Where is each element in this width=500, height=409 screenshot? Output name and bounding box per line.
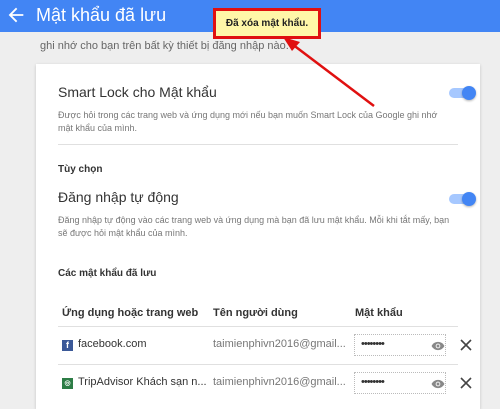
column-header-username: Tên người dùng xyxy=(213,307,298,319)
toast-message: Đã xóa mật khẩu. xyxy=(213,8,321,39)
facebook-icon: f xyxy=(62,340,73,351)
column-header-password: Mật khẩu xyxy=(355,307,403,319)
password-field[interactable]: •••••••• xyxy=(354,372,446,394)
site-name[interactable]: facebook.com xyxy=(78,338,146,350)
delete-icon[interactable] xyxy=(460,339,472,351)
password-value: •••••••• xyxy=(361,376,385,388)
username: taimienphivn2016@gmail... xyxy=(213,338,346,350)
password-row: ◎ TripAdvisor Khách sạn n... taimienphiv… xyxy=(36,365,480,403)
saved-passwords-heading: Các mật khẩu đã lưu xyxy=(58,268,157,279)
auto-signin-description: Đăng nhập tự động vào các trang web và ứ… xyxy=(58,215,450,238)
username: taimienphivn2016@gmail... xyxy=(213,376,346,388)
page-title: Mật khẩu đã lưu xyxy=(36,5,167,25)
site-name[interactable]: TripAdvisor Khách sạn n... xyxy=(78,376,207,388)
password-field[interactable]: •••••••• xyxy=(354,334,446,356)
password-row: f facebook.com taimienphivn2016@gmail...… xyxy=(36,327,480,365)
smart-lock-title: Smart Lock cho Mật khẩu xyxy=(58,84,217,100)
show-password-icon[interactable] xyxy=(431,341,445,351)
smart-lock-toggle[interactable] xyxy=(449,86,476,100)
auto-signin-title: Đăng nhập tự động xyxy=(58,189,179,205)
divider xyxy=(58,144,458,145)
smart-lock-description: Được hỏi trong các trang web và ứng dụng… xyxy=(58,110,438,133)
show-password-icon[interactable] xyxy=(431,379,445,389)
back-arrow-icon[interactable] xyxy=(5,4,27,26)
tripadvisor-icon: ◎ xyxy=(62,378,73,389)
password-value: •••••••• xyxy=(361,338,385,350)
column-header-site: Ứng dụng hoặc trang web xyxy=(62,307,199,319)
auto-signin-toggle[interactable] xyxy=(449,192,476,206)
options-heading: Tùy chọn xyxy=(58,164,103,175)
delete-icon[interactable] xyxy=(460,377,472,389)
